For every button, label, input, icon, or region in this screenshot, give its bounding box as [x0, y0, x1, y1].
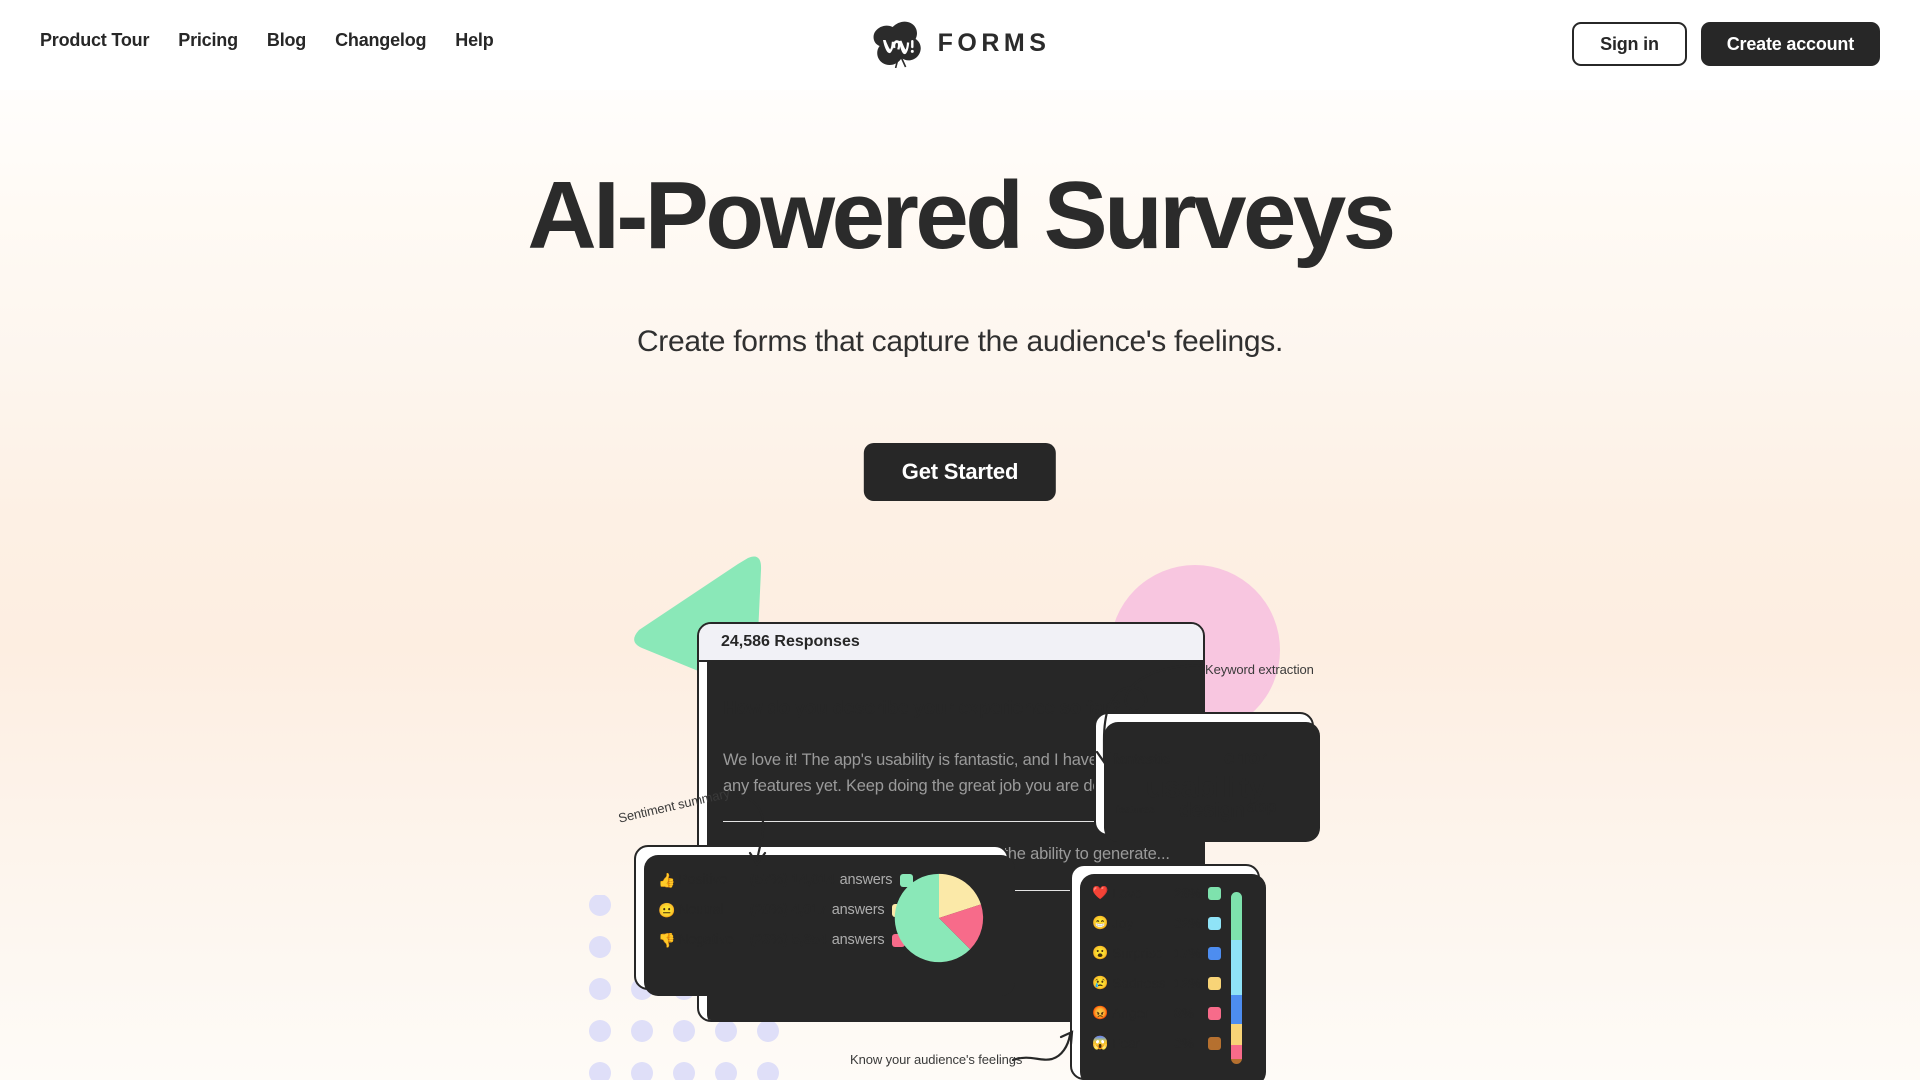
main-navigation: Product Tour Pricing Blog Changelog Help	[40, 30, 494, 51]
yay-butterfly-logo-icon	[873, 21, 921, 68]
site-header: Product Tour Pricing Blog Changelog Help…	[0, 0, 1920, 90]
site-logo[interactable]: FORMS	[870, 18, 1051, 68]
annotation-arrows	[734, 664, 1205, 1062]
hero-illustration: 24,586 Responses How do you describe you…	[0, 0, 1920, 1080]
nav-blog[interactable]: Blog	[267, 30, 306, 51]
annotation-know-feelings: Know your audience's feelings	[850, 1052, 1023, 1067]
logo-wordmark: FORMS	[937, 28, 1051, 57]
nav-product-tour[interactable]: Product Tour	[40, 30, 149, 51]
nav-changelog[interactable]: Changelog	[335, 30, 426, 51]
nav-help[interactable]: Help	[455, 30, 493, 51]
landing-page: 24,586 Responses How do you describe you…	[0, 0, 1920, 1080]
header-actions: Sign in Create account	[1572, 22, 1880, 66]
sign-in-button[interactable]: Sign in	[1572, 22, 1687, 66]
create-account-button[interactable]: Create account	[1700, 22, 1880, 66]
nav-pricing[interactable]: Pricing	[178, 30, 238, 51]
annotation-keyword-extraction: Keyword extraction	[1205, 662, 1314, 677]
